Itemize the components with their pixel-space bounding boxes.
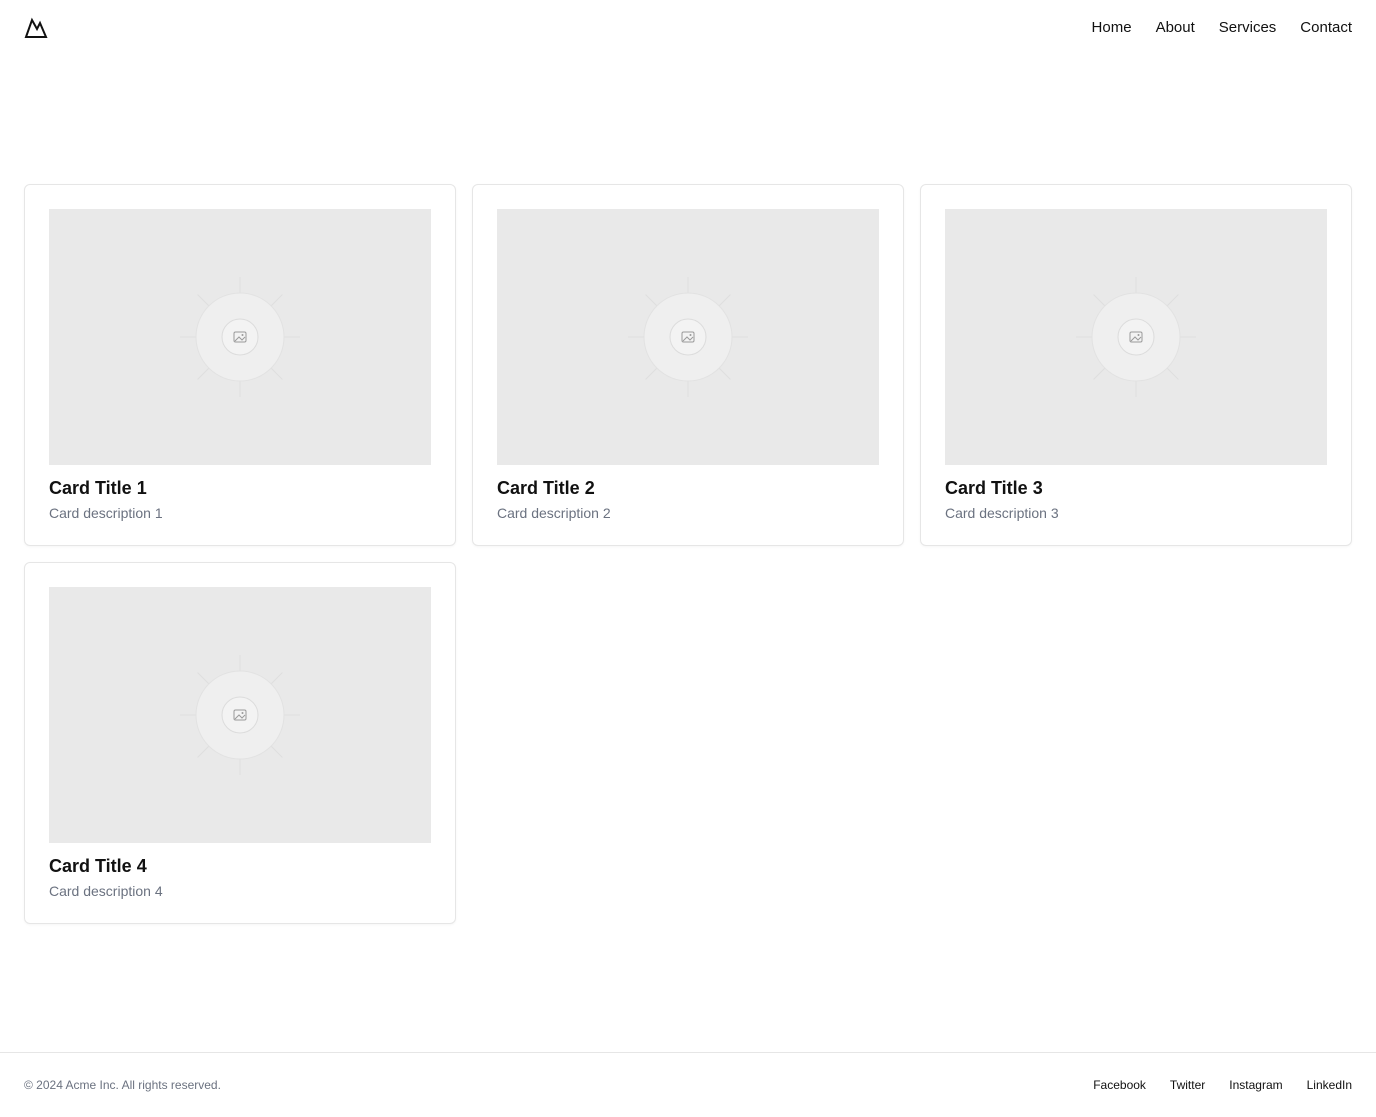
site-footer: © 2024 Acme Inc. All rights reserved. Fa… bbox=[0, 1052, 1376, 1117]
card-image-placeholder bbox=[497, 209, 879, 465]
footer-link-instagram[interactable]: Instagram bbox=[1229, 1077, 1282, 1093]
social-links: Facebook Twitter Instagram LinkedIn bbox=[1093, 1077, 1352, 1093]
card-title: Card Title 4 bbox=[49, 856, 147, 876]
card-description: Card description 4 bbox=[49, 883, 163, 899]
footer-link-twitter[interactable]: Twitter bbox=[1170, 1077, 1205, 1093]
card-description: Card description 1 bbox=[49, 505, 163, 521]
mountain-logo-icon[interactable] bbox=[24, 17, 48, 39]
card-title: Card Title 3 bbox=[945, 478, 1043, 498]
card-image-placeholder bbox=[49, 209, 431, 465]
card[interactable]: Card Title 4 Card description 4 bbox=[24, 562, 456, 924]
card-grid: Card Title 1 Card description 1 Card Tit… bbox=[24, 184, 1352, 924]
card-title: Card Title 2 bbox=[497, 478, 595, 498]
card-image-placeholder bbox=[945, 209, 1327, 465]
card-image-placeholder bbox=[49, 587, 431, 843]
card[interactable]: Card Title 1 Card description 1 bbox=[24, 184, 456, 546]
image-placeholder-icon bbox=[628, 277, 748, 397]
copyright-text: © 2024 Acme Inc. All rights reserved. bbox=[24, 1078, 221, 1092]
nav-link-contact[interactable]: Contact bbox=[1300, 18, 1352, 38]
image-placeholder-icon bbox=[1076, 277, 1196, 397]
site-header: Home About Services Contact bbox=[0, 0, 1376, 56]
main-nav: Home About Services Contact bbox=[1092, 18, 1352, 38]
nav-link-about[interactable]: About bbox=[1156, 18, 1195, 38]
footer-link-facebook[interactable]: Facebook bbox=[1093, 1077, 1146, 1093]
image-placeholder-icon bbox=[180, 277, 300, 397]
card-description: Card description 2 bbox=[497, 505, 611, 521]
card[interactable]: Card Title 2 Card description 2 bbox=[472, 184, 904, 546]
nav-link-home[interactable]: Home bbox=[1092, 18, 1132, 38]
nav-link-services[interactable]: Services bbox=[1219, 18, 1277, 38]
card[interactable]: Card Title 3 Card description 3 bbox=[920, 184, 1352, 546]
image-placeholder-icon bbox=[180, 655, 300, 775]
footer-link-linkedin[interactable]: LinkedIn bbox=[1307, 1077, 1352, 1093]
card-description: Card description 3 bbox=[945, 505, 1059, 521]
card-title: Card Title 1 bbox=[49, 478, 147, 498]
